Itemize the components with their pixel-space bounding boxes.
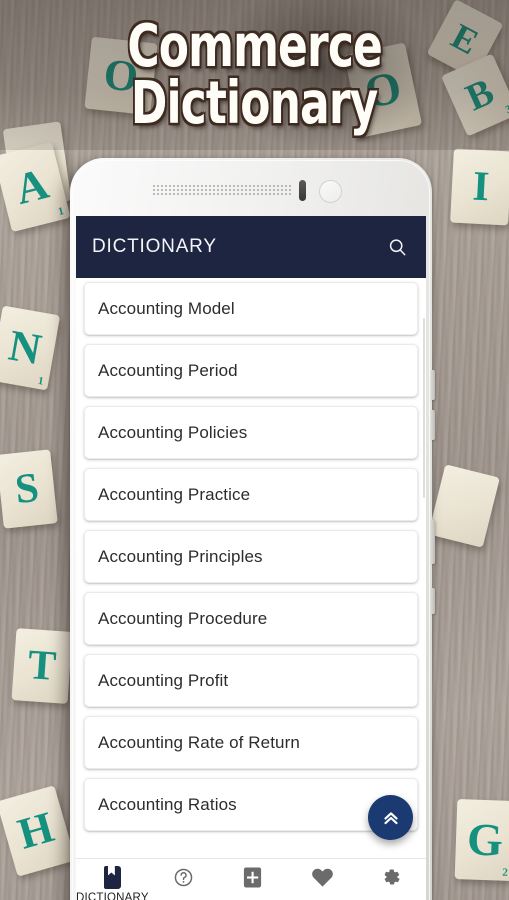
list-item-label: Accounting Policies (98, 422, 248, 442)
list-item[interactable]: Accounting Practice (84, 468, 418, 521)
dictionary-list-body: Accounting Model Accounting Period Account… (76, 282, 426, 831)
tile-letter: T (26, 642, 58, 690)
book-icon (103, 865, 121, 889)
app-bar: DICTIONARY (76, 216, 426, 278)
nav-item-add[interactable] (218, 865, 287, 889)
scrollbar-thumb[interactable] (423, 318, 425, 498)
nav-item-help[interactable] (149, 865, 218, 889)
list-item-label: Accounting Rate of Return (98, 732, 300, 752)
plus-square-icon (242, 865, 263, 889)
phone-top-bezel (70, 158, 432, 216)
tile-letter: H (12, 802, 60, 859)
promo-banner (0, 0, 509, 150)
question-circle-icon (173, 865, 194, 889)
tile-letter: N (5, 320, 45, 375)
app-screen: DICTIONARY Accounting Model Accounting Pe… (76, 216, 426, 900)
nav-item-dictionary-label: DICTIONARY (76, 892, 149, 900)
search-icon[interactable] (382, 232, 412, 262)
scrabble-tile: I (450, 148, 509, 226)
tile-value: 1 (36, 374, 45, 388)
list-item[interactable]: Accounting Profit (84, 654, 418, 707)
nav-item-settings[interactable] (357, 865, 426, 889)
dictionary-list[interactable]: Accounting Model Accounting Period Account… (76, 278, 426, 858)
volume-down-button[interactable] (431, 410, 435, 440)
list-item[interactable]: Accounting Rate of Return (84, 716, 418, 769)
app-store-screenshot: O1OOEB3A1N1STHIG2 Commerce Dictionary DI… (0, 0, 509, 900)
bottom-navigation: DICTIONARY (76, 858, 426, 900)
nav-item-favorites[interactable] (287, 865, 356, 889)
list-item[interactable]: Accounting Principles (84, 530, 418, 583)
proximity-sensor-icon (299, 180, 306, 201)
list-item[interactable]: Accounting Period (84, 344, 418, 397)
list-item-label: Accounting Model (98, 298, 235, 318)
front-camera-icon (319, 180, 342, 203)
list-item-label: Accounting Procedure (98, 608, 268, 628)
tile-value: 1 (56, 205, 66, 219)
phone-mockup: DICTIONARY Accounting Model Accounting Pe… (70, 158, 435, 900)
scrabble-tile: G2 (454, 799, 509, 881)
list-item[interactable]: Accounting Model (84, 282, 418, 335)
tile-letter: G (466, 813, 504, 866)
nav-item-dictionary[interactable]: DICTIONARY (76, 865, 149, 900)
scrabble-tile: T (11, 628, 73, 704)
gear-icon (380, 865, 402, 889)
tile-value: 2 (502, 866, 509, 879)
banner-vignette (215, 0, 430, 150)
sim-tray (431, 588, 435, 614)
list-item-label: Accounting Profit (98, 670, 229, 690)
list-item[interactable]: Accounting Procedure (84, 592, 418, 645)
scroll-to-top-fab[interactable] (368, 795, 413, 840)
list-item-label: Accounting Practice (98, 484, 251, 504)
list-item-label: Accounting Principles (98, 546, 263, 566)
scrabble-tile: S (0, 449, 58, 529)
speaker-grille-icon (152, 184, 292, 197)
heart-icon (311, 865, 334, 889)
list-item-label: Accounting Period (98, 360, 238, 380)
page-title: DICTIONARY (92, 236, 217, 257)
list-item-label: Accounting Ratios (98, 794, 237, 814)
power-button[interactable] (431, 520, 435, 564)
tile-letter: A (10, 158, 54, 215)
tile-letter: S (12, 464, 42, 514)
tile-letter: I (471, 163, 491, 211)
volume-up-button[interactable] (431, 370, 435, 400)
list-item[interactable]: Accounting Policies (84, 406, 418, 459)
